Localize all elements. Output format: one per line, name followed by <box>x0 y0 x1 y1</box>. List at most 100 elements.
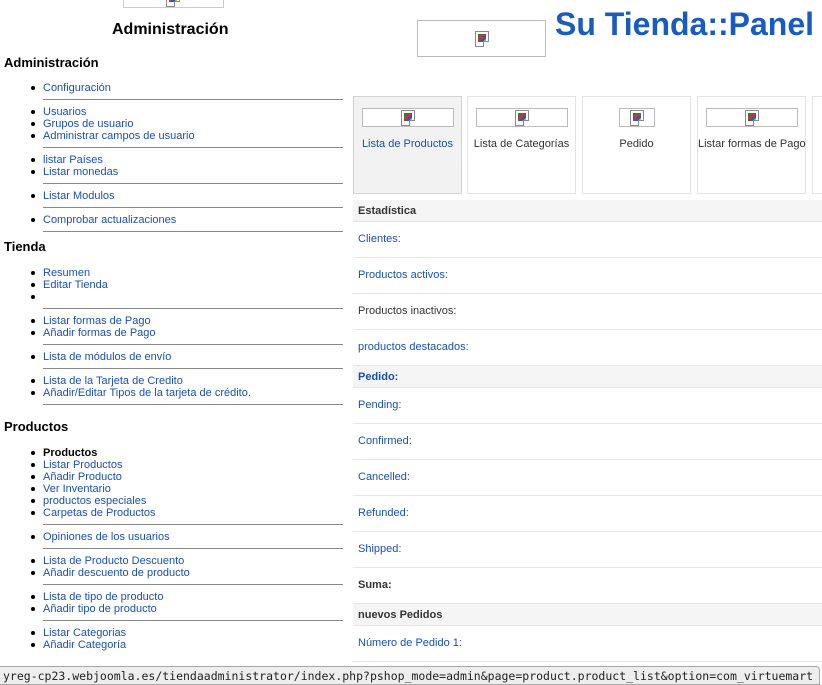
new-order-link[interactable]: Número de Pedido 1: <box>358 637 462 649</box>
menu-item-add-product-type[interactable]: Añadir tipo de producto <box>43 603 157 615</box>
menu-item-configuration[interactable]: Configuración <box>43 82 111 94</box>
stat-inactive-products: Productos inactivos: <box>358 305 457 317</box>
menu-item-countries[interactable]: listar Países <box>43 154 103 166</box>
separator <box>43 620 343 621</box>
menu-item-edit-card-types[interactable]: Añadir/Editar Tipos de la tarjeta de cré… <box>43 387 251 399</box>
bullet <box>31 391 35 395</box>
separator <box>43 344 343 345</box>
stat-row: Cancelled: <box>353 460 822 496</box>
stat-row: Clientes: <box>353 222 822 258</box>
stat-row: Número de Pedido 1: <box>353 626 822 662</box>
tile-label: Lista de Productos <box>361 138 454 150</box>
separator <box>43 524 343 525</box>
bullet <box>31 499 35 503</box>
bullet <box>31 319 35 323</box>
bullet <box>31 631 35 635</box>
bullet <box>31 110 35 114</box>
menu-item-product-folders[interactable]: Carpetas de Productos <box>43 507 156 519</box>
bullet <box>31 355 35 359</box>
sum-label: Suma: <box>358 579 392 591</box>
menu-item-add-category[interactable]: Añadir Categoría <box>43 639 126 651</box>
bullet <box>31 86 35 90</box>
separator <box>43 368 343 369</box>
bullet <box>31 487 35 491</box>
new-orders-header-label: nuevos Pedidos <box>358 609 443 621</box>
broken-image-icon <box>630 110 644 126</box>
bullet <box>31 218 35 222</box>
broken-image-icon <box>515 110 529 126</box>
menu-item-summary[interactable]: Resumen <box>43 267 90 279</box>
bullet <box>31 295 35 299</box>
bullet <box>31 535 35 539</box>
menu-item-inventory[interactable]: Ver Inventario <box>43 483 111 495</box>
stat-row: productos destacados: <box>353 330 822 366</box>
tile-category-list[interactable]: Lista de Categorías <box>467 96 576 194</box>
stat-featured-products-link[interactable]: productos destacados: <box>358 341 469 353</box>
menu-item-check-updates[interactable]: Comprobar actualizaciones <box>43 214 176 226</box>
menu-item-currencies[interactable]: Listar monedas <box>43 166 118 178</box>
menu-item-user-fields[interactable]: Administrar campos de usuario <box>43 130 195 142</box>
page-title: Su Tienda::Panel <box>555 6 815 42</box>
broken-image-icon <box>745 110 759 126</box>
bullet <box>31 122 35 126</box>
separator <box>43 147 343 148</box>
bullet <box>31 283 35 287</box>
separator <box>43 183 343 184</box>
menu-item-reviews[interactable]: Opiniones de los usuarios <box>43 531 170 543</box>
separator <box>43 404 343 405</box>
broken-image-icon <box>166 0 180 7</box>
menu-item-add-discount[interactable]: Añadir descuento de producto <box>43 567 190 579</box>
bullet <box>31 134 35 138</box>
menu-item-edit-shop[interactable]: Editar Tienda <box>43 279 108 291</box>
tile-product-list[interactable]: Lista de Productos <box>353 96 462 194</box>
bullet <box>31 158 35 162</box>
menu-item-users[interactable]: Usuarios <box>43 106 86 118</box>
menu-item-payment-methods[interactable]: Listar formas de Pago <box>43 315 151 327</box>
orders-header: Pedido: <box>353 366 822 388</box>
bullet <box>31 511 35 515</box>
bullet <box>31 643 35 647</box>
bullet <box>31 475 35 479</box>
menu-item-shipping-modules[interactable]: Lista de módulos de envío <box>43 351 171 363</box>
bullet <box>31 571 35 575</box>
bullet <box>31 595 35 599</box>
menu-item-special-products[interactable]: productos especiales <box>43 495 146 507</box>
separator <box>43 99 343 100</box>
menu-item-modules[interactable]: Listar Modulos <box>43 190 115 202</box>
tile-image <box>476 108 568 127</box>
menu-item-add-payment-method[interactable]: Añadir formas de Pago <box>43 327 156 339</box>
tile-orders[interactable]: Pedido <box>582 96 691 194</box>
menu-item-categories[interactable]: Listar Categorias <box>43 627 126 639</box>
stat-active-products-link[interactable]: Productos activos: <box>358 269 448 281</box>
menu-item-add-product[interactable]: Añadir Producto <box>43 471 122 483</box>
order-confirmed-link[interactable]: Confirmed: <box>358 435 412 447</box>
stat-row: Confirmed: <box>353 424 822 460</box>
bullet <box>31 451 35 455</box>
tile-image <box>362 108 454 127</box>
stat-row: Shipped: <box>353 532 822 568</box>
stat-customers-link[interactable]: Clientes: <box>358 233 401 245</box>
admin-heading: Administración <box>112 21 229 38</box>
menu-item-product-types[interactable]: Lista de tipo de producto <box>43 591 163 603</box>
menu-item-user-groups[interactable]: Grupos de usuario <box>43 118 134 130</box>
order-cancelled-link[interactable]: Cancelled: <box>358 471 410 483</box>
menu-item-list-products[interactable]: Listar Productos <box>43 459 122 471</box>
top-logo-placeholder <box>123 0 224 8</box>
browser-status-bar: yreg-cp23.webjoomla.es/tiendaadministrat… <box>0 666 821 685</box>
bullet <box>31 331 35 335</box>
menu-item-credit-cards[interactable]: Lista de la Tarjeta de Credito <box>43 375 183 387</box>
menu-item-discounts[interactable]: Lista de Producto Descuento <box>43 555 184 567</box>
broken-image-icon <box>401 110 415 126</box>
order-pending-link[interactable]: Pending: <box>358 399 401 411</box>
menu-item-products-current[interactable]: Productos <box>43 447 97 459</box>
order-refunded-link[interactable]: Refunded: <box>358 507 409 519</box>
bullet <box>31 559 35 563</box>
section-title-products: Productos <box>4 419 69 434</box>
order-shipped-link[interactable]: Shipped: <box>358 543 401 555</box>
tile-payment-methods[interactable]: Listar formas de Pago <box>697 96 806 194</box>
bullet <box>31 170 35 174</box>
new-orders-header: nuevos Pedidos <box>353 604 822 626</box>
tile-partial[interactable] <box>812 96 822 194</box>
broken-image-icon <box>475 31 489 47</box>
tile-image <box>619 108 655 127</box>
